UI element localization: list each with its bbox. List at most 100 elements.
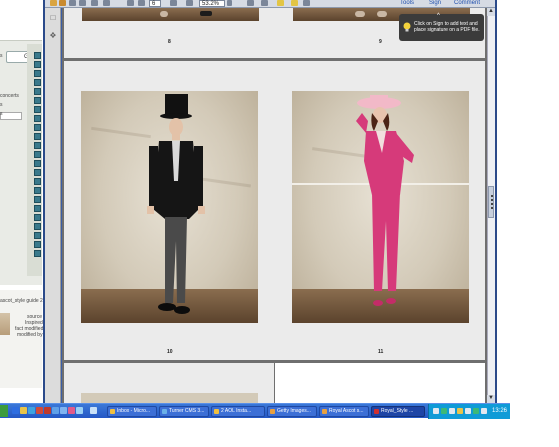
fit-width-icon[interactable] [261,0,268,6]
zoom-dropdown-icon[interactable] [227,0,232,6]
pen-icon[interactable] [90,407,97,414]
checkbox[interactable] [34,70,41,77]
task-label: Turner CMS 3... [169,408,205,414]
guide-caption-4: modified by [17,332,43,338]
create-icon[interactable] [59,0,66,6]
taskbar: Inbox - Micro... Turner CMS 3... 2 AOL I… [0,403,510,419]
document-area[interactable]: 8 9 10 11 [62,8,487,403]
page-spread-10-11: 10 11 [64,61,485,360]
page-number-10: 10 [167,349,173,355]
acrobat-icon[interactable] [44,407,51,414]
scroll-up-icon[interactable]: ▲ [487,8,495,16]
taskbar-task-royal-style[interactable]: Royal_Style ... [371,406,425,417]
checkbox[interactable] [34,79,41,86]
clock: 13:26 [491,408,507,414]
zoom-out-icon[interactable] [170,0,177,6]
taskbar-task-getty[interactable]: Getty Images... [267,406,317,417]
sign-link[interactable]: Sign [429,0,441,6]
checkbox[interactable] [34,52,41,59]
checkbox[interactable] [34,205,41,212]
checkbox[interactable] [34,115,41,122]
checkbox[interactable] [34,133,41,140]
checkbox[interactable] [34,187,41,194]
checkbox[interactable] [34,160,41,167]
open-icon[interactable] [50,0,57,6]
checkbox[interactable] [34,88,41,95]
task-label: Getty Images... [277,408,311,414]
volume-icon[interactable] [465,408,471,414]
tray-icon[interactable] [441,408,447,414]
tray-icon[interactable] [481,408,487,414]
zoom-in-icon[interactable] [186,0,193,6]
ie-icon[interactable] [28,407,35,414]
zoom-level-field[interactable]: 53.2% [199,0,225,7]
guide-link[interactable]: ascot_style guide 2 [0,298,43,304]
tray-icon[interactable] [449,408,455,414]
checkbox[interactable] [34,124,41,131]
photo-page-8 [82,8,259,21]
attachments-icon[interactable]: ❖ [49,32,57,40]
comment-link[interactable]: Comment [454,0,480,6]
photo-page-11 [292,91,469,323]
start-button[interactable] [0,405,8,417]
app-icon[interactable] [68,407,75,414]
taskbar-task-cms[interactable]: Turner CMS 3... [159,406,209,417]
checkbox[interactable] [34,169,41,176]
guide-thumbnail[interactable] [0,313,10,335]
show-desktop-icon[interactable] [12,407,19,414]
side-text-2: concerts [0,93,19,99]
checkbox[interactable] [34,61,41,68]
page-number-11: 11 [378,349,384,355]
checkbox-column [34,52,42,259]
edit-icon[interactable] [69,0,76,6]
page-13-blank [275,363,485,403]
pages-panel-icon[interactable]: □ [49,14,57,22]
scroll-down-icon[interactable]: ▼ [487,395,495,403]
page-number-9: 9 [379,39,382,45]
photo-page-12 [81,393,258,403]
app-icon-2[interactable] [76,407,83,414]
checkbox[interactable] [34,196,41,203]
page-number-field[interactable]: 6 [149,0,161,7]
taskbar-task-royal-ascot[interactable]: Royal Ascot s... [319,406,369,417]
checkbox[interactable] [34,250,41,257]
comment-icon[interactable] [277,0,284,6]
highlight-icon[interactable] [291,0,298,6]
system-tray: 13:26 [428,404,510,419]
checkbox[interactable] [34,151,41,158]
side-text-1: s [0,53,3,59]
taskbar-task-inbox[interactable]: Inbox - Micro... [107,406,157,417]
checkbox[interactable] [34,223,41,230]
outlook-icon[interactable] [36,407,43,414]
tooltip-collapse-icon[interactable]: ^ [437,13,440,19]
woman-figure [356,95,414,306]
lightbulb-icon [403,22,411,32]
guide-panel: ascot_style guide 2 source Inspired fact… [0,290,43,388]
messenger-icon[interactable] [52,407,59,414]
save-icon[interactable] [79,0,86,6]
fit-page-icon[interactable] [247,0,254,6]
email-icon[interactable] [103,0,110,6]
sign-icon[interactable] [303,0,310,6]
scrollbar-thumb[interactable] [488,186,494,218]
side-input-box[interactable] [0,112,22,120]
task-label: Royal_Style ... [381,408,414,414]
media-icon[interactable] [60,407,67,414]
checkbox[interactable] [34,97,41,104]
checkbox[interactable] [34,142,41,149]
tools-link[interactable]: Tools [400,0,414,6]
previous-page-icon[interactable] [127,0,134,6]
checkbox[interactable] [34,106,41,113]
network-icon[interactable] [473,408,479,414]
tray-icon[interactable] [457,408,463,414]
checkbox[interactable] [34,232,41,239]
checkbox[interactable] [34,214,41,221]
tray-icon[interactable] [433,408,439,414]
man-figure [147,94,205,314]
checkbox[interactable] [34,178,41,185]
print-icon[interactable] [91,0,98,6]
checkbox[interactable] [34,241,41,248]
taskbar-task-aol[interactable]: 2 AOL Insta... [211,406,265,417]
next-page-icon[interactable] [138,0,145,6]
explorer-icon[interactable] [20,407,27,414]
